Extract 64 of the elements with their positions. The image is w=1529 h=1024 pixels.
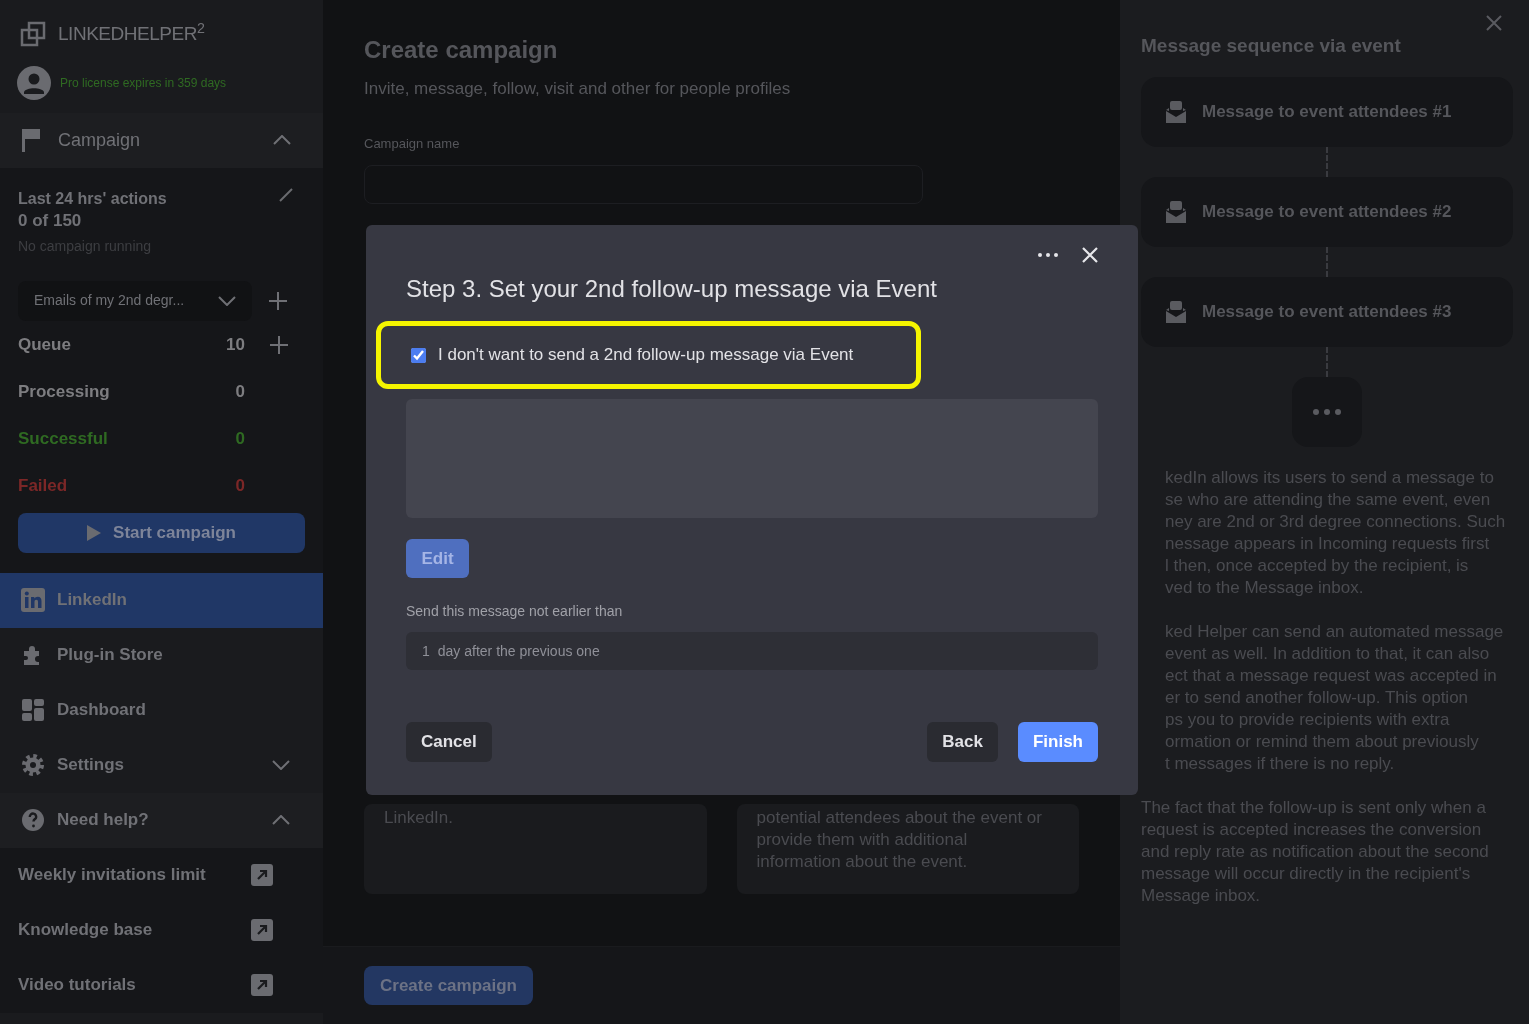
delay-value: 1	[422, 641, 430, 661]
collapse-icon	[273, 135, 291, 145]
external-link-icon[interactable]	[251, 974, 273, 996]
avatar-icon	[16, 64, 52, 101]
dialog-title: Step 3. Set your 2nd follow-up message via Event	[406, 274, 938, 304]
cancel-button[interactable]: Cancel	[406, 722, 492, 762]
pencil-icon[interactable]	[279, 187, 293, 202]
more-icon[interactable]	[1038, 253, 1058, 257]
skip-checkbox[interactable]	[411, 347, 426, 363]
dropdown-icon	[218, 295, 236, 306]
dashboard-icon	[21, 698, 45, 722]
nav-item[interactable]: Dashboard	[0, 682, 323, 738]
page-subtitle: Invite, message, follow, visit and other for people profiles	[364, 78, 792, 100]
create-campaign-button[interactable]: Create campaign	[364, 966, 533, 1005]
page-title: Create campaign	[364, 35, 559, 65]
checkbox-label: I don't want to send a 2nd follow-up message via Event	[438, 344, 854, 367]
help-link[interactable]: Weekly invitations limit	[18, 862, 206, 888]
settings-icon	[21, 753, 45, 777]
nav-item[interactable]: Settings	[0, 737, 323, 793]
external-link-icon[interactable]	[251, 919, 273, 941]
logo-icon	[20, 21, 46, 48]
finish-button[interactable]: Finish	[1017, 722, 1098, 762]
start-campaign-button[interactable]: Start campaign	[18, 512, 305, 553]
help-link[interactable]: Knowledge base	[18, 917, 153, 943]
help-icon	[21, 808, 45, 832]
actions-count: 0 of 150	[18, 209, 83, 232]
stat-label: Failed	[18, 475, 68, 498]
stat-value: 0	[234, 475, 245, 498]
section-title: Campaign	[58, 128, 141, 152]
license-status: Pro license expires in 359 days	[60, 74, 227, 92]
edit-button[interactable]: Edit	[406, 539, 469, 578]
stat-value: 0	[234, 381, 245, 404]
stat-label: Successful	[18, 428, 108, 451]
envelope-icon	[1166, 300, 1186, 323]
more-icon	[1313, 408, 1341, 415]
external-link-icon[interactable]	[251, 864, 273, 886]
nav-item[interactable]: Plug-in Store	[0, 627, 323, 683]
plus-icon[interactable]	[268, 290, 288, 311]
sequence-step[interactable]: Message to event attendees #2	[1141, 176, 1513, 247]
sequence-step[interactable]: Message to event attendees #1	[1141, 76, 1513, 147]
nav-item[interactable]: LinkedIn	[0, 572, 323, 628]
campaign-dropdown[interactable]: Emails of my 2nd degr...	[18, 280, 252, 321]
envelope-icon	[1166, 200, 1186, 223]
delay-field[interactable]: 1 day after the previous one	[406, 632, 1098, 670]
flag-icon	[20, 128, 42, 152]
back-button[interactable]: Back	[927, 722, 998, 762]
field-label: Send this message not earlier than	[406, 602, 624, 621]
collapse-icon	[272, 815, 290, 825]
stat-value: 10	[225, 334, 245, 357]
stat-value: 0	[234, 428, 245, 451]
help-link[interactable]: Video tutorials	[18, 972, 136, 998]
envelope-icon	[1166, 100, 1186, 123]
expand-icon	[272, 760, 290, 770]
play-icon	[87, 524, 102, 541]
app-logo: LINKEDHELPER$^{2}$	[58, 20, 205, 46]
stat-label: Queue	[18, 334, 71, 357]
actions-title: Last 24 hrs' actions	[18, 188, 167, 209]
panel-title: Message sequence via event	[1141, 34, 1402, 58]
plus-icon[interactable]	[269, 335, 289, 355]
delay-unit: day after the previous one	[437, 641, 600, 661]
linkedin-icon	[21, 588, 45, 612]
stat-label: Processing	[18, 381, 110, 404]
field-label: Campaign name	[364, 134, 461, 153]
sequence-step[interactable]: Message to event attendees #3	[1141, 276, 1513, 347]
